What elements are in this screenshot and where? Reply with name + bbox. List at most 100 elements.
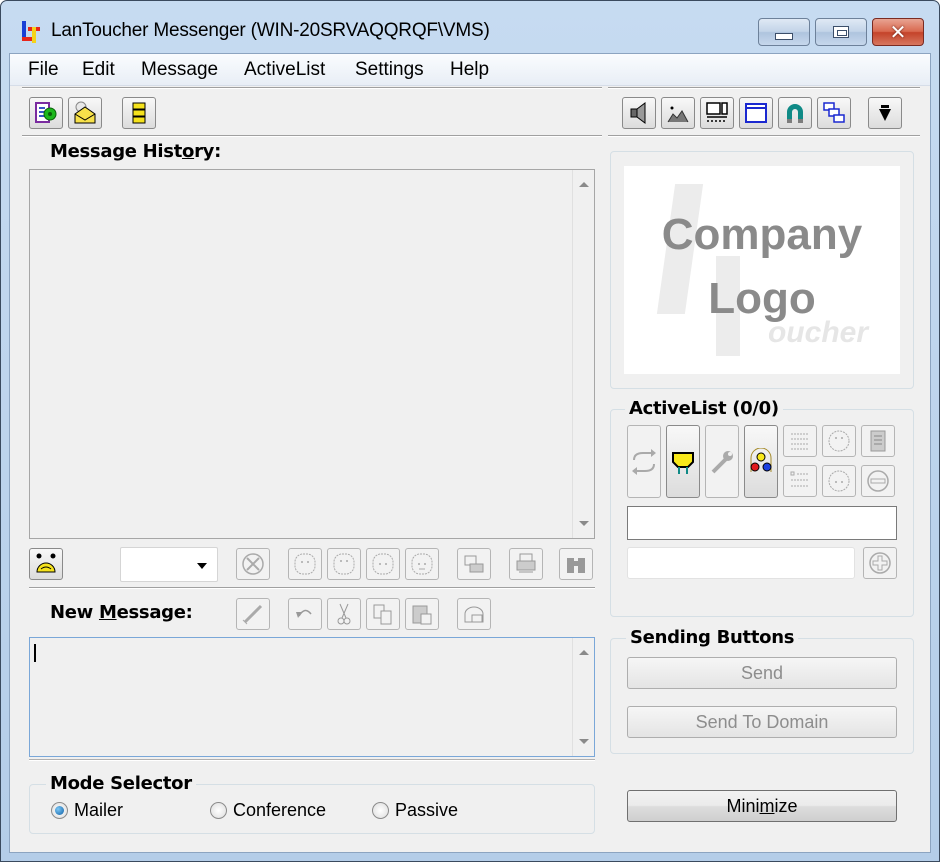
list-checked-button[interactable] [783, 425, 817, 457]
maximize-window-button[interactable] [815, 18, 867, 46]
network-device-icon [672, 451, 694, 474]
smiley-3-button[interactable] [366, 548, 400, 580]
radio-unchecked-icon [372, 802, 389, 819]
scroll-down-icon[interactable] [579, 739, 589, 744]
mode-mailer-radio[interactable]: Mailer [51, 800, 123, 821]
activelist-search-input[interactable] [627, 506, 897, 540]
smiley-people-button[interactable] [29, 548, 63, 580]
send-button[interactable]: Send [627, 657, 897, 689]
toolbar-separator-left [22, 87, 602, 89]
radio-unchecked-icon [210, 802, 227, 819]
save-history-button[interactable] [457, 548, 491, 580]
configure-button[interactable] [705, 425, 739, 498]
history-scrollbar[interactable] [572, 170, 594, 538]
mode-selector-title: Mode Selector [46, 773, 196, 794]
mode-passive-label: Passive [395, 800, 459, 820]
insert-template-button[interactable] [457, 598, 491, 630]
more-options-button[interactable] [868, 97, 902, 129]
smiley-4-icon [411, 553, 433, 575]
list-unchecked-button[interactable] [783, 465, 817, 497]
activelist-add-input[interactable] [627, 547, 855, 579]
clear-icon [242, 553, 264, 575]
scroll-up-icon[interactable] [579, 182, 589, 187]
close-window-button[interactable]: ✕ [872, 18, 924, 46]
smiley-up-icon [828, 430, 850, 452]
cut-button[interactable] [327, 598, 361, 630]
refresh-list-button[interactable] [627, 425, 661, 498]
cut-icon [337, 603, 351, 625]
paste-button[interactable] [405, 598, 439, 630]
menu-edit[interactable]: Edit [81, 59, 116, 81]
picture-icon [667, 106, 689, 123]
sending-buttons-title: Sending Buttons [626, 627, 799, 648]
minimize-label-accel: m [759, 795, 775, 816]
copy-button[interactable] [366, 598, 400, 630]
scroll-up-icon[interactable] [579, 650, 589, 655]
message-history-pane[interactable] [29, 169, 595, 539]
minimize-button[interactable]: Mini m ize [627, 790, 897, 822]
maximize-icon [833, 26, 849, 38]
remove-button[interactable] [861, 465, 895, 497]
smiley-down-icon [828, 470, 850, 492]
copy-icon [373, 604, 392, 625]
new-message-input[interactable] [29, 637, 595, 757]
magnet-icon [787, 104, 803, 123]
menu-activelist[interactable]: ActiveList [243, 59, 326, 81]
message-history-label: Message History: [50, 141, 222, 162]
smiley-down-button[interactable] [822, 465, 856, 497]
yellow-list-button[interactable] [122, 97, 156, 129]
menu-help[interactable]: Help [449, 59, 490, 81]
smiley-2-icon [333, 553, 355, 575]
minimize-window-button[interactable] [758, 18, 810, 46]
mode-conference-radio[interactable]: Conference [210, 800, 326, 821]
sound-toggle-button[interactable] [622, 97, 656, 129]
save-icon [464, 555, 484, 573]
window-mode-button[interactable] [739, 97, 773, 129]
list-checked-icon [791, 433, 809, 450]
send-to-domain-button[interactable]: Send To Domain [627, 706, 897, 738]
group-button[interactable] [744, 425, 778, 498]
refresh-icon [632, 448, 656, 475]
list-unchecked-icon [790, 471, 809, 487]
remove-icon [867, 470, 889, 492]
network-device-button[interactable] [666, 425, 700, 498]
clear-history-button[interactable] [236, 548, 270, 580]
menu-file[interactable]: File [27, 59, 60, 81]
picture-button[interactable] [661, 97, 695, 129]
document-button[interactable] [861, 425, 895, 457]
find-binoculars-icon [567, 558, 585, 573]
find-button[interactable] [559, 548, 593, 580]
cascade-windows-icon [823, 102, 845, 123]
settings-gear-list-button[interactable] [29, 97, 63, 129]
title-bar[interactable]: LanToucher Messenger (WIN-20SRVAQQRQF\VM… [1, 1, 939, 53]
dropdown-arrow-icon [879, 105, 891, 121]
layout-button[interactable] [700, 97, 734, 129]
smiley-2-button[interactable] [327, 548, 361, 580]
magnet-button[interactable] [778, 97, 812, 129]
mode-mailer-label: Mailer [74, 800, 124, 820]
scroll-down-icon[interactable] [579, 521, 589, 526]
smiley-up-button[interactable] [822, 425, 856, 457]
print-icon [516, 553, 536, 573]
open-mail-clock-button[interactable] [68, 97, 102, 129]
cascade-windows-button[interactable] [817, 97, 851, 129]
undo-button[interactable] [288, 598, 322, 630]
text-caret [34, 644, 36, 662]
new-message-scrollbar[interactable] [572, 638, 594, 756]
menu-settings[interactable]: Settings [354, 59, 425, 81]
logo-line-2: Logo [708, 274, 816, 323]
add-button[interactable] [863, 547, 897, 579]
app-window: LanToucher Messenger (WIN-20SRVAQQRQF\VM… [0, 0, 940, 862]
smiley-4-button[interactable] [405, 548, 439, 580]
smiley-3-icon [372, 553, 394, 575]
splitter[interactable] [29, 759, 595, 761]
radio-checked-icon [51, 802, 68, 819]
spell-check-button[interactable] [236, 598, 270, 630]
mode-passive-radio[interactable]: Passive [372, 800, 458, 821]
print-history-button[interactable] [509, 548, 543, 580]
menu-message[interactable]: Message [140, 59, 219, 81]
font-size-combo[interactable] [120, 547, 218, 582]
chevron-down-icon [197, 563, 207, 569]
smiley-1-button[interactable] [288, 548, 322, 580]
mode-conference-label: Conference [233, 800, 327, 820]
